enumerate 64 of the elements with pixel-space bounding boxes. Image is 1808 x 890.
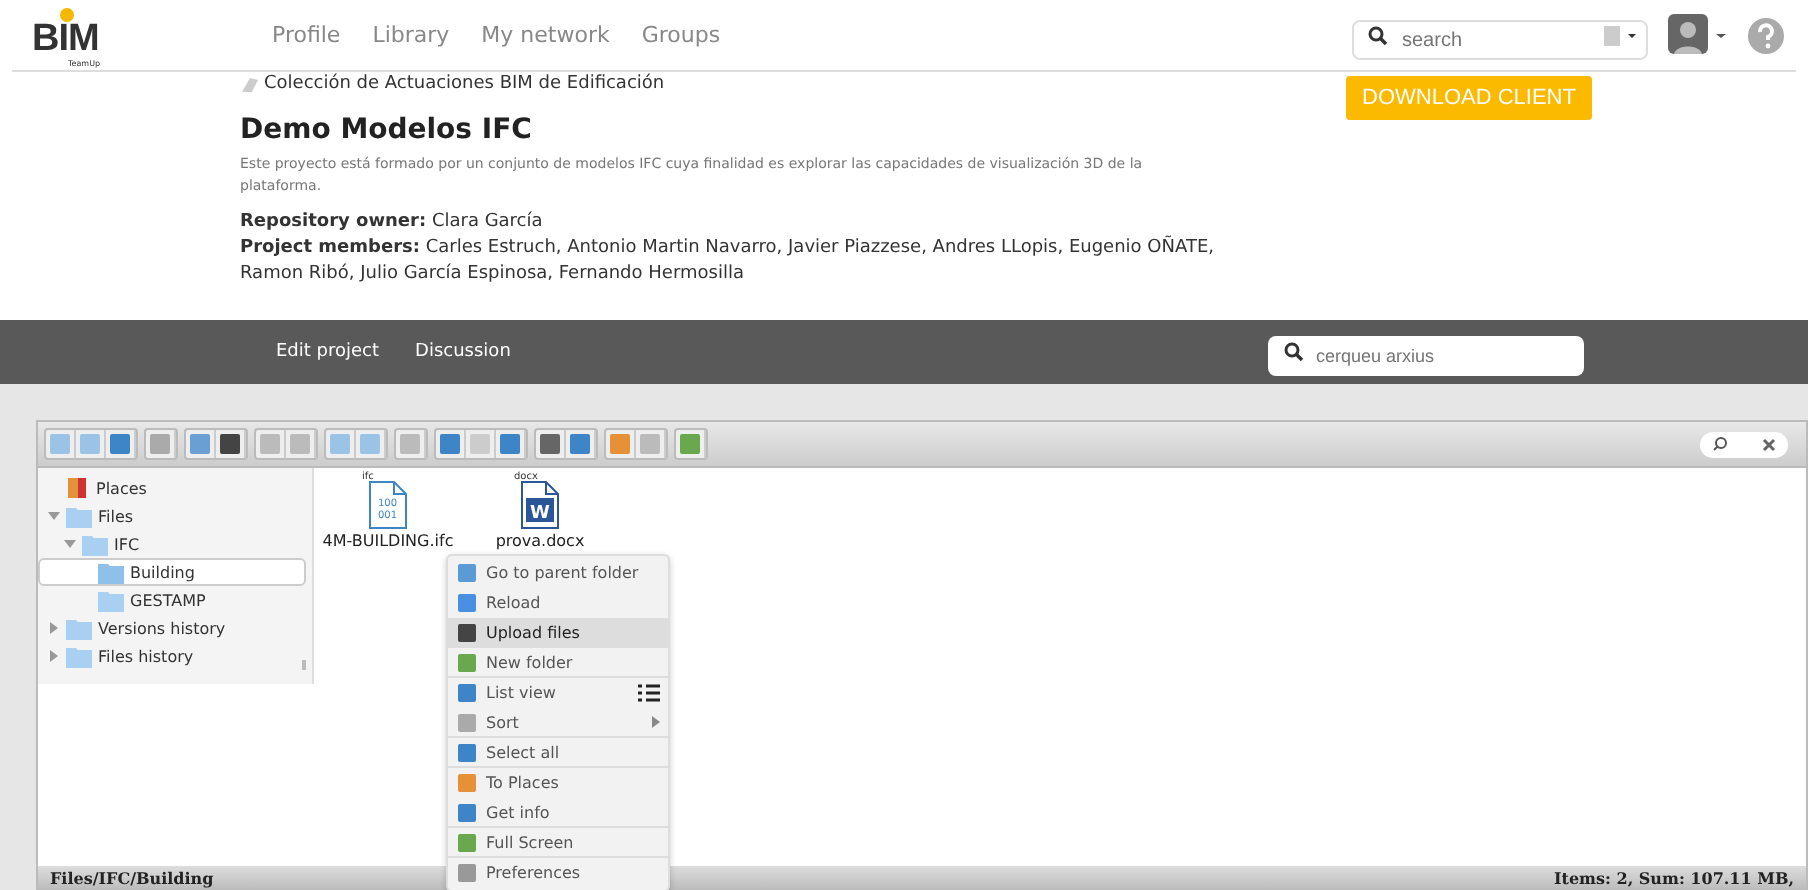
context-menu-item[interactable]: List view xyxy=(448,678,668,708)
folder-icon xyxy=(98,561,124,583)
context-menu-item[interactable]: Get info xyxy=(448,798,668,828)
folder-icon xyxy=(66,505,92,527)
expand-arrow-icon[interactable] xyxy=(64,538,76,550)
context-menu-item[interactable]: Upload files xyxy=(448,618,668,648)
avatar[interactable] xyxy=(1668,13,1728,57)
nav-link[interactable]: Groups xyxy=(641,22,721,48)
document-dropdown-icon[interactable] xyxy=(1604,25,1636,45)
menu-item-icon xyxy=(456,711,478,733)
menu-item-icon xyxy=(456,771,478,793)
collection-link[interactable]: Colección de Actuaciones BIM de Edificación xyxy=(264,74,665,94)
file-search-field[interactable]: cerqueu arxius xyxy=(1268,336,1584,376)
menu-item-icon xyxy=(456,741,478,763)
context-menu-item[interactable]: Reload xyxy=(448,588,668,618)
context-menu-item[interactable]: Go to parent folder xyxy=(448,558,668,588)
project-tab[interactable]: Discussion xyxy=(415,342,511,362)
expand-arrow-icon[interactable] xyxy=(48,622,60,634)
nav-link[interactable]: Library xyxy=(372,22,450,48)
tree-item[interactable]: Files history xyxy=(38,642,306,670)
search-field[interactable]: search xyxy=(1352,20,1648,60)
tree-item[interactable]: Versions history xyxy=(38,614,306,642)
tree-item[interactable]: Places xyxy=(38,474,306,502)
list-icon xyxy=(638,683,660,701)
search-icon xyxy=(1712,436,1728,452)
tree-item[interactable]: IFC xyxy=(38,530,306,558)
menu-item-icon xyxy=(456,561,478,583)
bookmark-icon xyxy=(66,476,90,500)
project-tab[interactable]: Edit project xyxy=(276,342,380,362)
toolbar-tool-icon[interactable] xyxy=(536,430,566,458)
toolbar-tool-icon[interactable] xyxy=(216,430,246,458)
tree-item[interactable]: Files xyxy=(38,502,306,530)
search-icon xyxy=(1284,342,1304,362)
items-summary: Items: 2, Sum: 107.11 MB, xyxy=(1554,868,1794,888)
context-menu-item[interactable]: New folder xyxy=(448,648,668,678)
folder-icon xyxy=(66,645,92,667)
project-title: Demo Modelos IFC xyxy=(240,114,534,146)
nav-link[interactable]: Profile xyxy=(272,22,341,48)
menu-item-icon xyxy=(456,681,478,703)
expand-arrow-icon[interactable] xyxy=(48,510,60,522)
menu-item-icon xyxy=(456,621,478,643)
context-menu-item[interactable]: To Places xyxy=(448,768,668,798)
help-icon[interactable] xyxy=(1748,17,1784,53)
context-menu-item[interactable]: Full Screen xyxy=(448,828,668,858)
current-path: Files/IFC/Building xyxy=(50,868,214,888)
nav-link[interactable]: My network xyxy=(481,22,610,48)
context-menu-item[interactable]: Sort xyxy=(448,708,668,738)
tree-item[interactable]: GESTAMP xyxy=(38,586,306,614)
filter-field[interactable] xyxy=(1700,431,1788,457)
menu-item-icon xyxy=(456,861,478,883)
tree-item[interactable]: Building xyxy=(38,558,306,586)
repository-owner: Repository owner: Clara García xyxy=(240,210,545,236)
context-menu-item[interactable]: Preferences xyxy=(448,858,668,888)
submenu-arrow-icon xyxy=(652,716,660,728)
menu-item-icon xyxy=(456,651,478,673)
folder-icon xyxy=(66,617,92,639)
menu-item-icon xyxy=(456,591,478,613)
menu-item-icon xyxy=(456,801,478,823)
menu-item-icon xyxy=(456,831,478,853)
context-menu-item[interactable]: Select all xyxy=(448,738,668,768)
project-members: Project members: Carles Estruch, Antonio Martin Navarro, Javier Piazzese, Andres LLopis, Eugenio OÑATE, Ramon Ribó, Julio García Espinosa, Fernando Hermosilla xyxy=(240,236,1216,288)
search-icon xyxy=(1368,25,1388,45)
clear-icon[interactable] xyxy=(1762,437,1776,451)
expand-arrow-icon[interactable] xyxy=(48,650,60,662)
